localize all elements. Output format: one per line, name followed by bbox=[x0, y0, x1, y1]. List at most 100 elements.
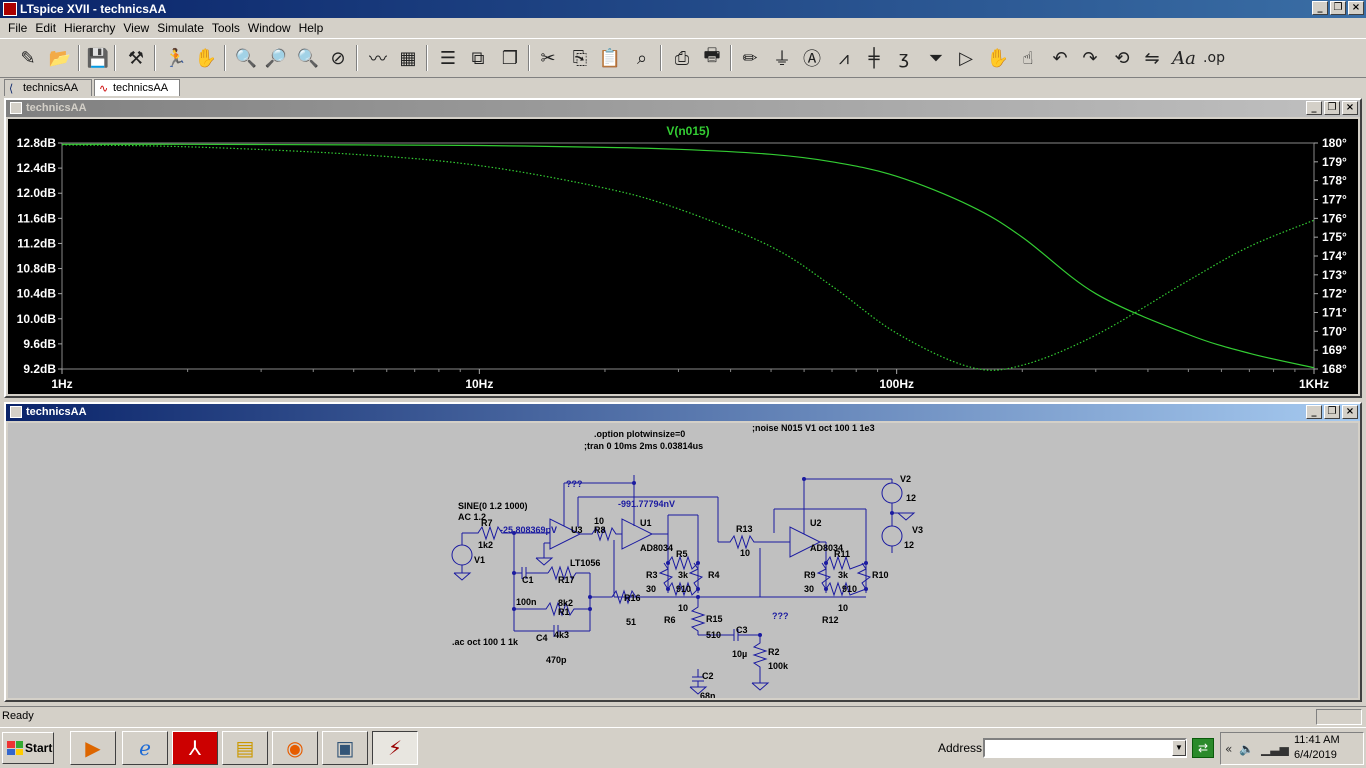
zoom-cancel-icon[interactable]: ⊘ bbox=[324, 44, 352, 72]
directive-noise[interactable]: ;noise N015 V1 oct 100 1 1e3 bbox=[752, 423, 875, 433]
file-explorer-icon[interactable]: ▤ bbox=[222, 731, 268, 765]
label-icon[interactable]: Ⓐ bbox=[798, 44, 826, 72]
run-icon[interactable]: 🏃 bbox=[162, 44, 190, 72]
menu-edit[interactable]: Edit bbox=[31, 21, 60, 35]
control-panel-icon[interactable]: ⚒ bbox=[122, 44, 150, 72]
cascade-icon[interactable]: ❐ bbox=[496, 44, 524, 72]
drag-icon[interactable]: ☝ bbox=[1014, 44, 1042, 72]
network-icon[interactable]: ▁▃▅ bbox=[1261, 742, 1289, 756]
source-V3[interactable] bbox=[881, 525, 903, 547]
waveform-window-icon[interactable] bbox=[10, 102, 22, 114]
ltspice-app-icon[interactable] bbox=[3, 2, 17, 16]
rotate-icon[interactable]: ⟲ bbox=[1108, 44, 1136, 72]
label-unknown-1: ??? bbox=[566, 479, 583, 489]
status-text: Ready bbox=[2, 710, 34, 722]
directive-option[interactable]: .option plotwinsize=0 bbox=[594, 429, 685, 439]
schematic-window-icon[interactable] bbox=[10, 406, 22, 418]
media-player-icon[interactable]: ▶ bbox=[70, 731, 116, 765]
grid-icon[interactable]: ▦ bbox=[394, 44, 422, 72]
redo-icon[interactable]: ↷ bbox=[1076, 44, 1104, 72]
taskbar: Start ▶ ℯ ⅄ ▤ ◉ ▣ ⚡ Address ▼ ⇄ « 🔈 ▁▃▅ … bbox=[0, 727, 1366, 768]
schematic-drawing[interactable]: .option plotwinsize=0 ;tran 0 10ms 2ms 0… bbox=[8, 423, 1358, 701]
resistor-R15[interactable] bbox=[690, 597, 706, 635]
acrobat-icon[interactable]: ⅄ bbox=[172, 731, 218, 765]
restore-button[interactable]: ❐ bbox=[1330, 1, 1346, 15]
tab-schematic[interactable]: ⟨ technicsAA bbox=[4, 79, 92, 96]
menu-help[interactable]: Help bbox=[295, 21, 328, 35]
minimize-button[interactable]: _ bbox=[1312, 1, 1328, 15]
zoom-pan-icon[interactable]: 🔎 bbox=[262, 44, 290, 72]
tile-horizontal-icon[interactable]: ☰ bbox=[434, 44, 462, 72]
mirror-icon[interactable]: ⇋ bbox=[1138, 44, 1166, 72]
start-button[interactable]: Start bbox=[2, 732, 54, 764]
close-button[interactable]: × bbox=[1348, 1, 1364, 15]
menu-window[interactable]: Window bbox=[244, 21, 295, 35]
internet-explorer-icon[interactable]: ℯ bbox=[122, 731, 168, 765]
menu-view[interactable]: View bbox=[119, 21, 153, 35]
capacitor-icon[interactable]: ╪ bbox=[860, 44, 888, 72]
spice-directive-icon[interactable]: .op bbox=[1200, 44, 1228, 72]
source-V2[interactable] bbox=[881, 482, 903, 504]
zoom-out-icon[interactable]: 🔍 bbox=[294, 44, 322, 72]
resistor-icon[interactable]: ⩘ bbox=[830, 44, 858, 72]
y-right-tick-label: 178° bbox=[1322, 174, 1347, 188]
copy-icon[interactable]: ⎘ bbox=[566, 44, 594, 72]
schematic-canvas[interactable]: .option plotwinsize=0 ;tran 0 10ms 2ms 0… bbox=[8, 423, 1358, 701]
inductor-icon[interactable]: ʒ bbox=[890, 44, 918, 72]
cut-icon[interactable]: ✂ bbox=[534, 44, 562, 72]
child-minimize-button[interactable]: _ bbox=[1306, 405, 1322, 419]
save-icon[interactable]: 💾 bbox=[84, 44, 112, 72]
child-restore-button[interactable]: ❐ bbox=[1324, 101, 1340, 115]
y-right-tick-label: 174° bbox=[1322, 249, 1347, 263]
menu-simulate[interactable]: Simulate bbox=[153, 21, 208, 35]
directive-ac[interactable]: .ac oct 100 1 1k bbox=[452, 637, 519, 647]
wire-icon[interactable]: ✏ bbox=[736, 44, 764, 72]
schematic-open-icon[interactable]: ✎ bbox=[14, 44, 42, 72]
firefox-icon[interactable]: ◉ bbox=[272, 731, 318, 765]
tile-vertical-icon[interactable]: ⧉ bbox=[464, 44, 492, 72]
print-icon[interactable]: 🖶 bbox=[698, 44, 726, 72]
diode-icon[interactable]: ⏷ bbox=[922, 44, 950, 72]
waveform-plot[interactable]: V(n015) 12.8dB 12.4dB 12.0dB 11.6dB 11.2dB 10.… bbox=[8, 119, 1358, 394]
x-tick-label: 1Hz bbox=[51, 377, 72, 391]
schematic-window-title: technicsAA bbox=[26, 406, 87, 418]
print-setup-icon[interactable]: ⎙ bbox=[668, 44, 696, 72]
resistor-R10[interactable] bbox=[856, 562, 872, 590]
child-restore-button[interactable]: ❐ bbox=[1324, 405, 1340, 419]
ground-icon[interactable]: ⏚ bbox=[768, 44, 796, 72]
child-close-button[interactable]: × bbox=[1342, 101, 1358, 115]
text-icon[interactable]: Aa bbox=[1170, 44, 1198, 72]
component-icon[interactable]: ▷ bbox=[952, 44, 980, 72]
paste-icon[interactable]: 📋 bbox=[596, 44, 624, 72]
move-icon[interactable]: ✋ bbox=[984, 44, 1012, 72]
address-input[interactable] bbox=[983, 738, 1187, 758]
find-icon[interactable]: ⌕ bbox=[628, 44, 656, 72]
image-viewer-icon[interactable]: ▣ bbox=[322, 731, 368, 765]
zoom-in-icon[interactable]: 🔍 bbox=[232, 44, 260, 72]
tab-waveform[interactable]: ∿ technicsAA bbox=[94, 79, 180, 96]
child-minimize-button[interactable]: _ bbox=[1306, 101, 1322, 115]
source-V1[interactable] bbox=[451, 544, 473, 566]
tab-label: technicsAA bbox=[23, 82, 79, 94]
resistor-R13[interactable] bbox=[718, 534, 790, 550]
windows-flag-icon bbox=[7, 741, 23, 755]
autorange-icon[interactable]: 〰 bbox=[364, 44, 392, 72]
clock-time[interactable]: 11:41 AM bbox=[1294, 734, 1340, 746]
menu-file[interactable]: File bbox=[4, 21, 31, 35]
menu-tools[interactable]: Tools bbox=[208, 21, 244, 35]
address-dropdown-icon[interactable]: ▼ bbox=[1172, 740, 1186, 756]
tray-arrow-icon[interactable]: « bbox=[1225, 742, 1232, 756]
volume-icon[interactable]: 🔈 bbox=[1239, 742, 1254, 756]
directive-tran[interactable]: ;tran 0 10ms 2ms 0.03814us bbox=[584, 441, 703, 451]
y-left-tick-label: 11.6dB bbox=[17, 211, 56, 225]
folder-open-icon[interactable]: 📂 bbox=[46, 44, 74, 72]
waveform-chart[interactable]: V(n015) 12.8dB 12.4dB 12.0dB 11.6dB 11.2dB 10.… bbox=[8, 119, 1358, 394]
resistor-R2[interactable] bbox=[752, 635, 768, 683]
undo-icon[interactable]: ↶ bbox=[1046, 44, 1074, 72]
halt-icon[interactable]: ✋ bbox=[192, 44, 220, 72]
child-close-button[interactable]: × bbox=[1342, 405, 1358, 419]
go-icon[interactable]: ⇄ bbox=[1192, 738, 1214, 758]
clock-date[interactable]: 6/4/2019 bbox=[1294, 749, 1337, 761]
ltspice-icon[interactable]: ⚡ bbox=[372, 731, 418, 765]
menu-hierarchy[interactable]: Hierarchy bbox=[60, 21, 119, 35]
